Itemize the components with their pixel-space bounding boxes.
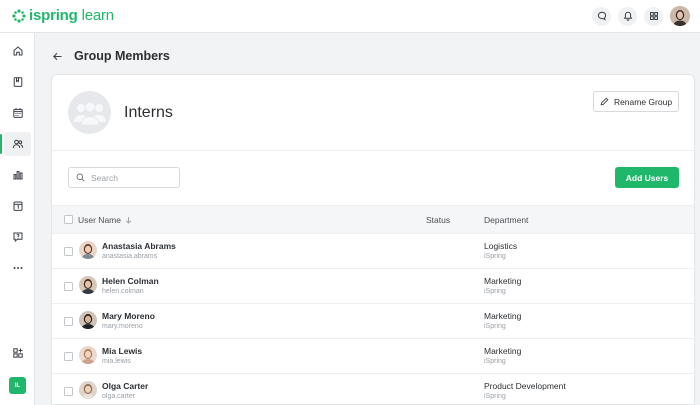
user-organization: iSpring [484, 393, 506, 400]
sidebar-item-more[interactable] [4, 256, 31, 280]
add-widget-icon [12, 348, 23, 358]
table-row[interactable]: Olga Carter olga.carter Product Developmen… [52, 374, 694, 404]
user-organization: iSpring [484, 323, 506, 330]
rename-group-button[interactable]: Rename Group [593, 91, 679, 112]
search-box[interactable] [68, 167, 180, 188]
sidebar-item-calendar[interactable] [4, 101, 31, 125]
sidebar-item-courses[interactable] [4, 70, 31, 94]
account-badge[interactable]: IL [9, 377, 26, 394]
rename-group-label: Rename Group [613, 96, 673, 107]
add-users-button[interactable]: Add Users [615, 167, 679, 188]
table-header: User Name Status Department [52, 205, 694, 234]
search-icon [76, 173, 85, 182]
group-name: Interns [124, 104, 173, 121]
select-all-checkbox[interactable] [64, 215, 73, 224]
table-row[interactable]: Mary Moreno mary.moreno Marketing iSpring [52, 304, 694, 339]
row-checkbox[interactable] [64, 352, 73, 361]
apps-grid-icon[interactable] [644, 6, 663, 26]
user-login: olga.carter [102, 393, 136, 400]
page-header: Group Members [52, 49, 170, 63]
table-row[interactable]: Anastasia Abrams anastasia.abrams Logistic… [52, 234, 694, 269]
row-checkbox[interactable] [64, 247, 73, 256]
user-name[interactable]: Anastasia Abrams [102, 241, 176, 251]
pencil-icon [600, 97, 609, 106]
row-checkbox[interactable] [64, 387, 73, 396]
divider [52, 150, 694, 151]
row-checkbox[interactable] [64, 282, 73, 291]
user-department: Logistics [484, 241, 518, 251]
user-avatar [79, 276, 97, 294]
column-user-name[interactable]: User Name [78, 215, 132, 225]
logo-text: ispring learn [29, 7, 114, 24]
user-avatar [79, 346, 97, 364]
sidebar: IL [0, 33, 35, 405]
bell-icon[interactable] [618, 6, 637, 26]
user-name[interactable]: Helen Colman [102, 276, 159, 286]
users-icon [12, 139, 23, 149]
page-title: Group Members [74, 49, 170, 63]
table-row[interactable]: Helen Colman helen.colman Marketing iSpring [52, 269, 694, 304]
user-department: Marketing [484, 276, 522, 286]
chat-icon[interactable] [592, 6, 611, 26]
user-login: anastasia.abrams [102, 253, 158, 260]
user-organization: iSpring [484, 288, 506, 295]
home-icon [13, 46, 22, 56]
sidebar-item-add-widget[interactable] [4, 341, 31, 365]
user-login: mia.lewis [102, 358, 131, 365]
logo-mark-icon [12, 8, 26, 23]
search-input[interactable] [91, 172, 171, 183]
sort-down-arrow-icon [125, 217, 132, 224]
group-avatar [68, 91, 111, 134]
column-status[interactable]: Status [426, 215, 450, 225]
user-organization: iSpring [484, 358, 506, 365]
user-login: mary.moreno [102, 323, 143, 330]
column-department[interactable]: Department [484, 215, 528, 225]
user-name[interactable]: Mia Lewis [102, 346, 142, 356]
group-placeholder-icon [73, 101, 106, 125]
user-name[interactable]: Olga Carter [102, 381, 148, 391]
table-row[interactable]: Mia Lewis mia.lewis Marketing iSpring [52, 339, 694, 374]
sidebar-item-home[interactable] [4, 39, 31, 63]
courses-icon [13, 77, 22, 87]
user-avatar [79, 381, 97, 399]
top-bar: ispring learn [0, 0, 700, 33]
help-icon [13, 232, 22, 243]
reports-icon [13, 171, 22, 180]
row-checkbox[interactable] [64, 317, 73, 326]
group-card: Interns Rename Group Add Users User Name… [51, 74, 695, 405]
user-name[interactable]: Mary Moreno [102, 311, 155, 321]
sidebar-item-reports[interactable] [4, 163, 31, 187]
user-department: Product Development [484, 381, 566, 391]
sidebar-item-help[interactable] [4, 225, 31, 249]
back-arrow-icon[interactable] [52, 51, 63, 62]
more-icon [13, 267, 22, 269]
user-department: Marketing [484, 311, 522, 321]
calendar-icon [12, 108, 23, 118]
user-login: helen.colman [102, 288, 144, 295]
user-organization: iSpring [484, 253, 506, 260]
user-avatar [79, 311, 97, 329]
user-avatar [79, 241, 97, 259]
user-avatar[interactable] [670, 6, 690, 26]
sidebar-item-users[interactable] [0, 132, 31, 156]
user-department: Marketing [484, 346, 522, 356]
sidebar-item-schedule[interactable] [4, 194, 31, 218]
schedule-icon [13, 201, 22, 211]
ispring-learn-logo[interactable]: ispring learn [12, 7, 114, 24]
